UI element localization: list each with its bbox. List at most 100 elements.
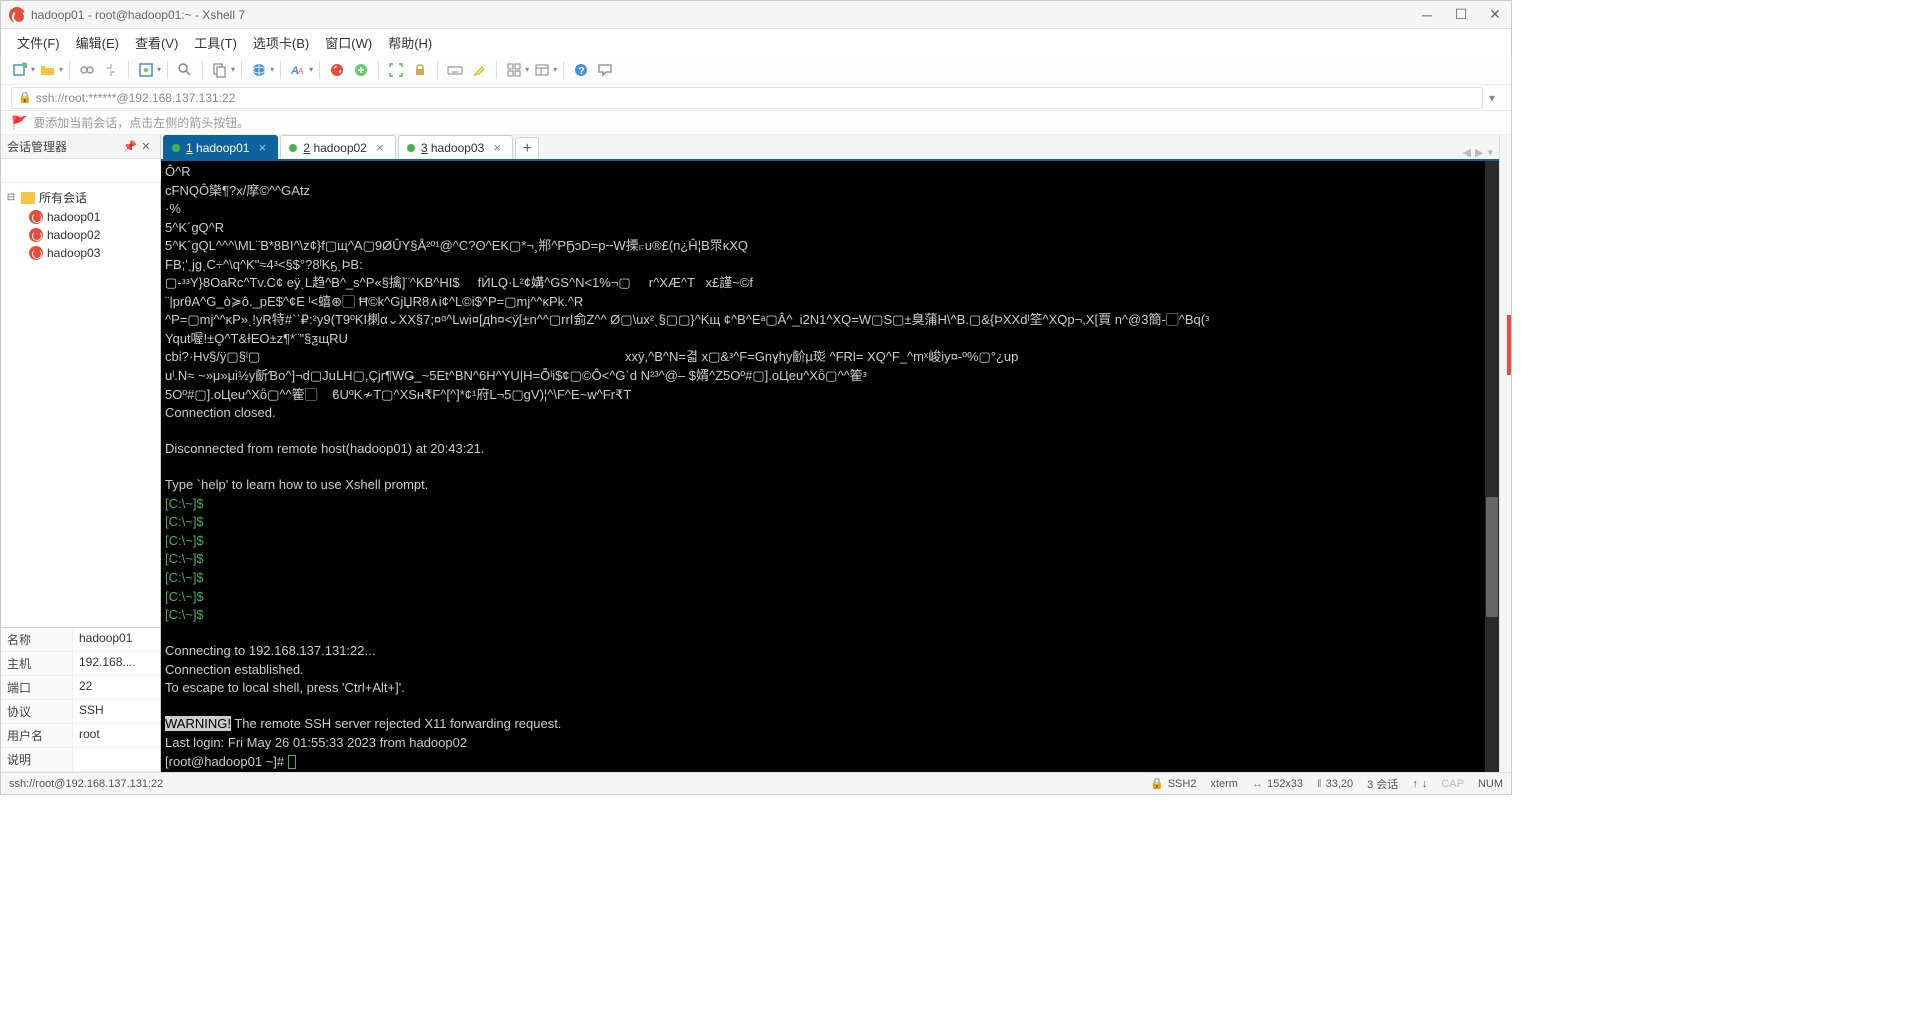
prop-row-name: 名称hadoop01 <box>1 628 160 652</box>
globe-button[interactable] <box>248 59 270 81</box>
separator <box>319 61 320 79</box>
menu-help[interactable]: 帮助(H) <box>382 30 438 55</box>
status-size: ↔152x33 <box>1252 778 1303 790</box>
tab-hadoop02[interactable]: 2 hadoop02 × <box>280 135 395 159</box>
dropdown-icon[interactable]: ▾ <box>231 65 235 74</box>
prop-row-protocol: 协议SSH <box>1 700 160 724</box>
panel-close-button[interactable]: ✕ <box>138 139 154 155</box>
new-session-button[interactable] <box>9 59 31 81</box>
font-button[interactable]: AA <box>287 59 309 81</box>
menu-window[interactable]: 窗口(W) <box>319 30 378 55</box>
session-manager-panel: 会话管理器 📌 ✕ 🔍 ⊟ 所有会话 hadoop01 <box>1 135 161 772</box>
separator <box>378 61 379 79</box>
expander-icon[interactable]: ⊟ <box>5 192 17 203</box>
chat-button[interactable] <box>594 59 616 81</box>
tab-list-button[interactable]: ▾ <box>1487 146 1493 159</box>
toolbar: ▾ ▾ ▾ ▾ ▾ AA▾ ▾ ▾ ? <box>1 55 1511 85</box>
search-button[interactable] <box>174 59 196 81</box>
tree-session-hadoop03[interactable]: hadoop03 <box>1 244 160 262</box>
dropdown-icon[interactable]: ▾ <box>309 65 313 74</box>
session-label: hadoop03 <box>47 246 100 260</box>
tab-label: 1 hadoop01 <box>186 141 249 155</box>
terminal[interactable]: Ô^R cFNQÔ欒¶?x/摩©^^GAtz ·% 5^K´gQ^R 5^K´g… <box>161 161 1499 772</box>
terminal-scrollbar[interactable] <box>1485 161 1499 772</box>
keyboard-button[interactable] <box>444 59 466 81</box>
help-button[interactable]: ? <box>570 59 592 81</box>
terminal-garbage: Ô^R cFNQÔ欒¶?x/摩©^^GAtz ·% 5^K´gQ^R 5^K´g… <box>165 164 1209 402</box>
dropdown-icon[interactable]: ▾ <box>525 65 529 74</box>
prop-label: 用户名 <box>1 724 73 747</box>
menubar: 文件(F) 编辑(E) 查看(V) 工具(T) 选项卡(B) 窗口(W) 帮助(… <box>1 29 1511 55</box>
tree-root-label: 所有会话 <box>39 189 87 206</box>
highlighter-button[interactable] <box>468 59 490 81</box>
tab-close-button[interactable]: × <box>255 141 269 155</box>
panel-title: 会话管理器 <box>7 138 122 155</box>
tree-root[interactable]: ⊟ 所有会话 <box>1 187 160 208</box>
tab-close-button[interactable]: × <box>490 141 504 155</box>
prop-value <box>73 748 160 771</box>
terminal-line: Last login: Fri May 26 01:55:33 2023 fro… <box>165 735 467 750</box>
lock-button[interactable] <box>409 59 431 81</box>
tab-add-button[interactable]: + <box>515 137 539 159</box>
tab-close-button[interactable]: × <box>373 141 387 155</box>
tabbar: 1 hadoop01 × 2 hadoop02 × 3 hadoop03 × +… <box>161 135 1499 161</box>
dropdown-icon[interactable]: ▾ <box>157 65 161 74</box>
open-session-button[interactable] <box>37 59 59 81</box>
terminal-line: Connection closed. <box>165 405 276 420</box>
session-label: hadoop01 <box>47 210 100 224</box>
menu-tools[interactable]: 工具(T) <box>188 30 243 55</box>
search-input[interactable] <box>5 162 168 180</box>
menu-tabs[interactable]: 选项卡(B) <box>247 30 315 55</box>
dropdown-icon[interactable]: ▾ <box>270 65 274 74</box>
tab-hadoop01[interactable]: 1 hadoop01 × <box>163 135 278 159</box>
session-icon <box>29 210 43 224</box>
separator <box>167 61 168 79</box>
warning-label: WARNING! <box>165 716 231 731</box>
down-icon[interactable]: ↓ <box>1422 778 1428 790</box>
prop-label: 端口 <box>1 676 73 699</box>
menu-edit[interactable]: 编辑(E) <box>70 30 125 55</box>
prop-value: 22 <box>73 676 160 699</box>
tree-session-hadoop02[interactable]: hadoop02 <box>1 226 160 244</box>
dropdown-icon[interactable]: ▾ <box>31 65 35 74</box>
status-num: NUM <box>1478 778 1503 790</box>
status-proto: 🔒SSH2 <box>1150 777 1196 790</box>
tab-hadoop03[interactable]: 3 hadoop03 × <box>398 135 513 159</box>
tab-prev-button[interactable]: ◀ <box>1463 146 1471 159</box>
properties-button[interactable] <box>135 59 157 81</box>
copy-button[interactable] <box>209 59 231 81</box>
titlebar: hadoop01 - root@hadoop01:~ - Xshell 7 ─ … <box>1 1 1511 29</box>
prop-value: root <box>73 724 160 747</box>
tree-session-hadoop01[interactable]: hadoop01 <box>1 208 160 226</box>
status-connection: ssh://root@192.168.137.131:22 <box>9 778 163 790</box>
menu-view[interactable]: 查看(V) <box>129 30 184 55</box>
prop-row-port: 端口22 <box>1 676 160 700</box>
maximize-button[interactable]: ☐ <box>1453 7 1469 23</box>
resize-icon: ↔ <box>1252 778 1263 790</box>
xftp-button[interactable] <box>350 59 372 81</box>
layout-button[interactable] <box>531 59 553 81</box>
tab-next-button[interactable]: ▶ <box>1475 146 1483 159</box>
menu-file[interactable]: 文件(F) <box>11 30 66 55</box>
reconnect-button[interactable] <box>100 59 122 81</box>
dropdown-icon[interactable]: ▾ <box>553 65 557 74</box>
session-icon <box>29 228 43 242</box>
addressbar: 🔒 ssh://root:******@192.168.137.131:22 ▾ <box>1 85 1511 111</box>
status-nav: ↑ ↓ <box>1412 778 1427 790</box>
address-input[interactable]: 🔒 ssh://root:******@192.168.137.131:22 <box>11 87 1483 109</box>
fullscreen-button[interactable] <box>385 59 407 81</box>
address-dropdown[interactable]: ▾ <box>1483 91 1501 105</box>
dropdown-icon[interactable]: ▾ <box>59 65 63 74</box>
tile-button[interactable] <box>503 59 525 81</box>
up-icon[interactable]: ↑ <box>1412 778 1418 790</box>
status-sessions: 3 会话 <box>1367 776 1398 792</box>
close-button[interactable]: ✕ <box>1487 7 1503 23</box>
shell-prompt: [root@hadoop01 ~]# <box>165 754 288 769</box>
disconnect-button[interactable] <box>76 59 98 81</box>
window-controls: ─ ☐ ✕ <box>1419 7 1503 23</box>
minimize-button[interactable]: ─ <box>1419 7 1435 23</box>
xshell-icon-button[interactable] <box>326 59 348 81</box>
scrollbar-thumb[interactable] <box>1486 497 1498 617</box>
main-area: 会话管理器 📌 ✕ 🔍 ⊟ 所有会话 hadoop01 <box>1 135 1511 772</box>
pin-button[interactable]: 📌 <box>122 139 138 155</box>
